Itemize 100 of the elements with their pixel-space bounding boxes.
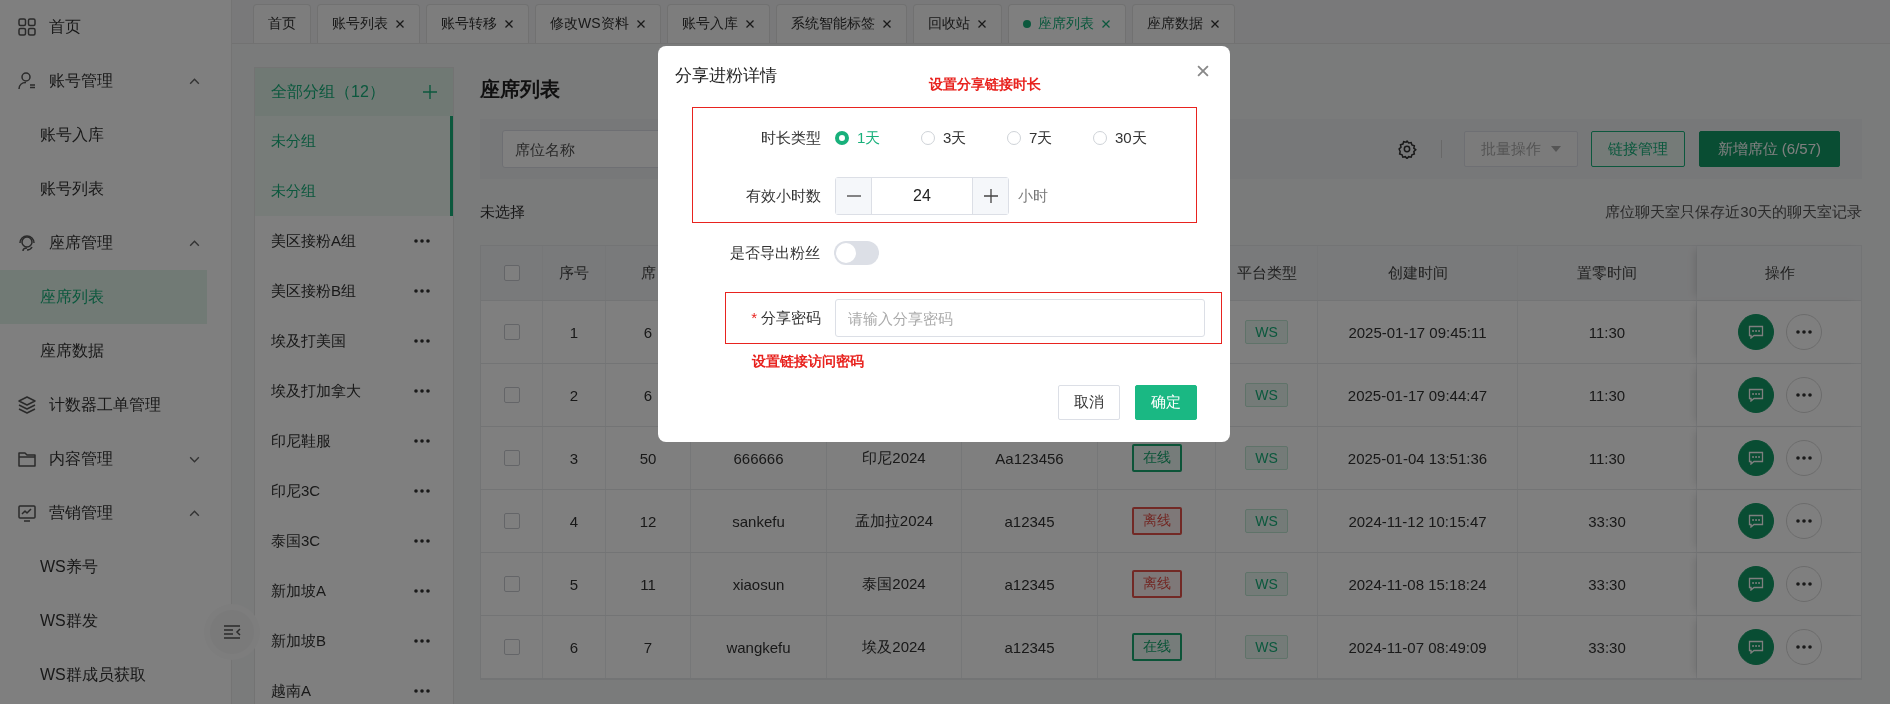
group-item[interactable]: 印尼3C	[255, 466, 453, 516]
checkbox[interactable]	[503, 450, 520, 466]
tab[interactable]: 回收站	[912, 4, 1002, 43]
checkbox[interactable]	[503, 639, 520, 655]
checkbox[interactable]	[503, 513, 520, 529]
menu-item[interactable]: 座席管理	[0, 216, 207, 270]
more-icon[interactable]	[414, 589, 430, 593]
more-button[interactable]	[1786, 377, 1822, 413]
cancel-button[interactable]: 取消	[1058, 385, 1120, 420]
toggle-switch[interactable]	[834, 241, 879, 265]
plus-icon[interactable]	[423, 85, 437, 99]
more-icon[interactable]	[414, 239, 430, 243]
close-icon[interactable]	[395, 19, 405, 29]
column-header: 序号	[559, 263, 589, 283]
close-icon[interactable]	[744, 19, 755, 29]
menu-item[interactable]: 账号管理	[0, 54, 207, 108]
platform-tag: WS	[1245, 509, 1288, 533]
more-icon[interactable]	[414, 639, 430, 643]
grid-icon	[17, 17, 37, 37]
group-item[interactable]: 美区接粉A组	[255, 216, 453, 266]
group-item[interactable]: 埃及打加拿大	[255, 366, 453, 416]
tab[interactable]: 修改WS资料	[535, 4, 661, 43]
close-icon[interactable]	[635, 19, 646, 29]
submenu-item[interactable]: WS群发	[0, 594, 207, 648]
submenu-item[interactable]: 座席数据	[0, 324, 207, 378]
more-icon[interactable]	[414, 539, 430, 543]
menu-item[interactable]: 内容管理	[0, 432, 207, 486]
radio-option[interactable]: 1天	[835, 128, 921, 148]
close-icon[interactable]	[1100, 19, 1111, 29]
dialog-title: 分享进粉详情	[675, 65, 777, 87]
more-icon[interactable]	[414, 439, 430, 443]
chat-icon	[1748, 451, 1764, 465]
group-item[interactable]: 印尼鞋服	[255, 416, 453, 466]
menu-item[interactable]: 营销管理	[0, 486, 207, 540]
more-icon[interactable]	[414, 339, 430, 343]
increment-button[interactable]	[972, 178, 1008, 214]
tab[interactable]: 系统智能标签	[775, 4, 907, 43]
chat-button[interactable]	[1738, 629, 1774, 665]
group-item[interactable]: 新加坡B	[255, 616, 453, 666]
checkbox[interactable]	[503, 576, 520, 592]
close-icon[interactable]	[504, 19, 514, 29]
radio-option[interactable]: 7天	[1007, 128, 1093, 148]
more-button[interactable]	[1786, 314, 1822, 350]
table-cell: a12345	[1004, 575, 1055, 593]
chat-button[interactable]	[1738, 503, 1774, 539]
radio-option[interactable]: 3天	[921, 128, 1007, 148]
status-tag: 离线	[1131, 507, 1182, 535]
tab[interactable]: 座席数据	[1131, 4, 1235, 43]
more-icon[interactable]	[414, 689, 430, 693]
submenu-item[interactable]: 账号入库	[0, 108, 207, 162]
more-icon	[1796, 582, 1812, 586]
group-item[interactable]: 新加坡A	[255, 566, 453, 616]
radio-option[interactable]: 30天	[1093, 128, 1179, 148]
group-item[interactable]: 美区接粉B组	[255, 266, 453, 316]
password-field[interactable]: 请输入分享密码	[835, 299, 1205, 337]
minus-icon	[846, 195, 861, 197]
checkbox[interactable]	[503, 324, 520, 340]
menu-item[interactable]: 首页	[0, 0, 207, 54]
decrement-button[interactable]	[836, 178, 872, 214]
chat-button[interactable]	[1738, 314, 1774, 350]
more-button[interactable]	[1786, 566, 1822, 602]
table-cell: 2024-11-07 08:49:09	[1348, 638, 1487, 656]
folder-icon	[17, 449, 37, 469]
submenu-item[interactable]: 账号列表	[0, 162, 207, 216]
menu-item[interactable]: 计数器工单管理	[0, 378, 207, 432]
tab[interactable]: 账号转移	[426, 4, 529, 43]
table-cell: 11	[640, 575, 656, 593]
confirm-button[interactable]: 确定	[1135, 385, 1197, 420]
checkbox[interactable]	[503, 387, 520, 403]
tab[interactable]: 首页	[253, 4, 311, 43]
layers-icon	[17, 395, 37, 415]
caret-down-icon	[1550, 146, 1561, 152]
more-icon[interactable]	[414, 489, 430, 493]
group-item[interactable]: 越南A	[255, 666, 453, 704]
tab[interactable]: 账号列表	[317, 4, 420, 43]
more-button[interactable]	[1786, 440, 1822, 476]
chat-button[interactable]	[1738, 377, 1774, 413]
close-icon[interactable]	[1209, 19, 1220, 29]
close-icon[interactable]	[881, 19, 892, 29]
tab[interactable]: 账号入库	[666, 4, 770, 43]
table-cell: 12	[639, 512, 657, 530]
more-button[interactable]	[1786, 629, 1822, 665]
add-seat-button[interactable]: 新增席位 (6/57)	[1698, 131, 1840, 167]
close-icon[interactable]	[976, 19, 987, 29]
settings-icon[interactable]	[1396, 139, 1417, 159]
close-icon[interactable]	[1196, 64, 1210, 78]
platform-tag: WS	[1245, 446, 1288, 470]
table-cell: 33:30	[1588, 512, 1626, 530]
submenu-item[interactable]: WS群成员获取	[0, 648, 207, 702]
checkbox[interactable]	[503, 265, 520, 281]
group-item[interactable]: 埃及打美国	[255, 316, 453, 366]
chat-button[interactable]	[1738, 440, 1774, 476]
chat-button[interactable]	[1738, 566, 1774, 602]
more-icon	[1796, 456, 1812, 460]
stepper-field[interactable]: 24	[835, 177, 1009, 215]
submenu-item[interactable]: WS养号	[0, 540, 207, 594]
more-icon[interactable]	[414, 389, 430, 393]
more-button[interactable]	[1786, 503, 1822, 539]
more-icon[interactable]	[414, 289, 430, 293]
group-item[interactable]: 泰国3C	[255, 516, 453, 566]
